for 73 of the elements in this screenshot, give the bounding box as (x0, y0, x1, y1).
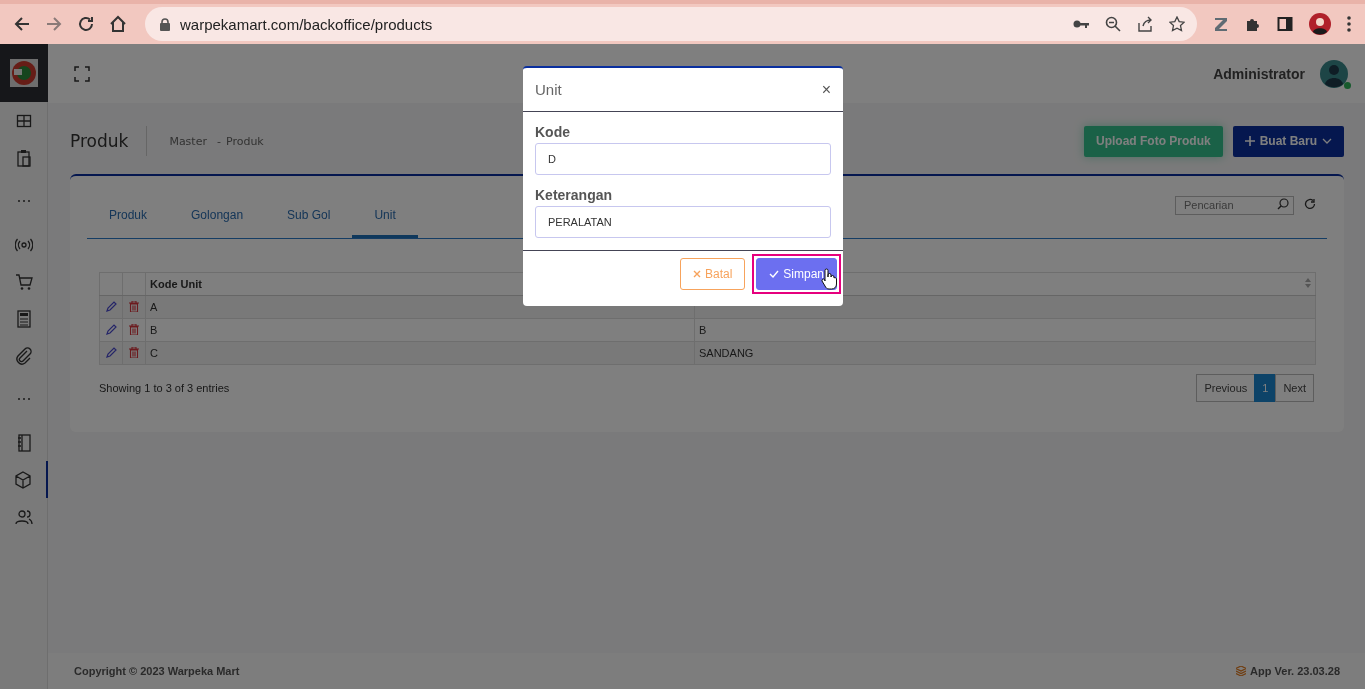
edit-icon[interactable] (105, 323, 117, 335)
address-bar[interactable]: warpekamart.com/backoffice/products (145, 7, 1197, 41)
breadcrumb-item[interactable]: Master (169, 134, 207, 148)
cart-icon (14, 272, 33, 291)
calculator-icon (16, 309, 31, 328)
modal-title: Unit (535, 81, 562, 98)
pagination-button[interactable]: Previous (1196, 374, 1256, 402)
chevron-down-icon (1322, 138, 1332, 144)
save-button[interactable]: Simpan (756, 258, 837, 290)
copyright-text: Copyright © 2023 Warpeka Mart (74, 665, 240, 677)
close-button[interactable]: × (821, 80, 831, 99)
input-field[interactable]: D (535, 143, 831, 175)
extension-icon[interactable] (1213, 16, 1229, 32)
edit-icon[interactable] (105, 300, 117, 312)
tab[interactable]: Golongan (169, 194, 266, 238)
home-icon[interactable] (109, 15, 127, 33)
input-field[interactable]: PERALATAN (535, 206, 831, 238)
table-cell: B (145, 318, 695, 342)
broadcast-icon (14, 237, 33, 252)
grid-icon (15, 112, 32, 129)
more-icon (16, 397, 31, 401)
lock-icon (160, 17, 170, 31)
edit-icon[interactable] (105, 346, 117, 358)
pagination-button[interactable]: Next (1275, 374, 1314, 402)
reload-icon[interactable] (77, 15, 95, 33)
book-icon (16, 433, 31, 452)
fullscreen-icon[interactable] (74, 65, 90, 82)
cancel-button[interactable]: Batal (679, 258, 746, 290)
back-icon[interactable] (13, 15, 31, 33)
zoom-out-icon[interactable] (1105, 16, 1121, 32)
user-avatar[interactable] (1319, 58, 1349, 89)
trash-icon[interactable] (129, 323, 139, 335)
table-cell: C (145, 341, 695, 365)
box-icon (13, 470, 32, 489)
paperclip-icon (14, 346, 33, 365)
trash-icon[interactable] (129, 300, 139, 312)
search-icon[interactable] (1277, 198, 1289, 210)
entries-info: Showing 1 to 3 of 3 entries (99, 382, 230, 394)
side-panel-icon[interactable] (1277, 16, 1293, 32)
refresh-icon[interactable] (1304, 198, 1316, 210)
tab[interactable]: Sub Gol (265, 194, 353, 238)
logo (9, 59, 38, 87)
table-cell: B (699, 324, 707, 336)
trash-icon[interactable] (129, 346, 139, 358)
user-name: Administrator (1213, 65, 1305, 82)
clipboard-icon (15, 148, 32, 167)
breadcrumb-item[interactable]: Produk (225, 134, 264, 148)
key-icon[interactable] (1073, 19, 1089, 29)
create-button[interactable]: Buat Baru (1232, 125, 1344, 157)
share-icon[interactable] (1137, 16, 1153, 32)
search-field[interactable]: Pencarian (1175, 195, 1294, 215)
menu-icon[interactable] (1347, 16, 1351, 32)
pagination-button[interactable]: 1 (1254, 374, 1277, 402)
tab[interactable]: Unit (352, 194, 418, 238)
users-icon (14, 508, 33, 525)
field-label: Keterangan (535, 187, 614, 203)
profile-avatar-icon[interactable] (1309, 13, 1331, 35)
field-label: Kode (535, 124, 571, 140)
puzzle-icon[interactable] (1245, 16, 1261, 32)
hand-cursor-icon (821, 268, 837, 290)
star-icon[interactable] (1169, 16, 1185, 32)
plus-icon (1244, 136, 1255, 146)
page-title: Produk (70, 131, 130, 151)
online-status-dot (1344, 81, 1351, 89)
check-icon (769, 270, 780, 278)
version-text: App Ver. 23.03.28 (1250, 665, 1340, 677)
more-icon (16, 199, 31, 203)
breadcrumb-separator: - (216, 134, 221, 148)
forward-icon[interactable] (45, 15, 63, 33)
close-icon (692, 270, 701, 278)
layers-icon (1236, 666, 1247, 676)
tab[interactable]: Produk (87, 194, 170, 238)
table-cell: SANDANG (699, 347, 754, 359)
